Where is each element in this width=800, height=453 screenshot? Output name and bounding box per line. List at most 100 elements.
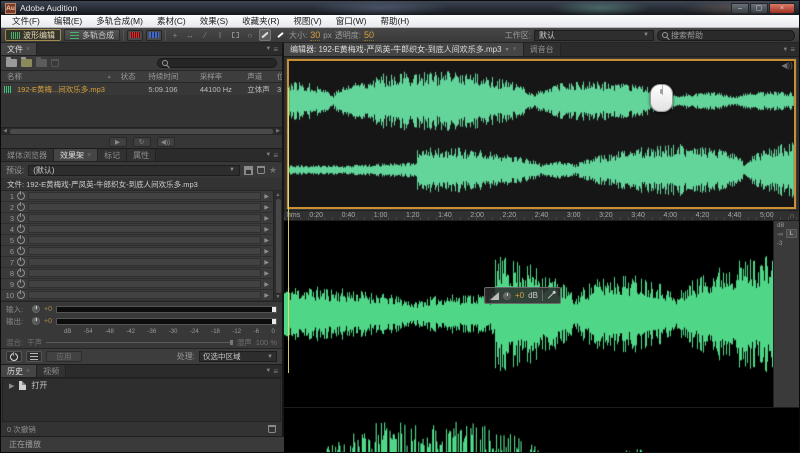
slot-arrow-icon[interactable]: ▶: [264, 270, 270, 277]
preview-loop-button[interactable]: ↻: [133, 137, 151, 147]
workspace-dropdown[interactable]: 默认▼: [534, 30, 654, 41]
rack-power-button[interactable]: [6, 351, 22, 362]
tab-markers[interactable]: 标记: [98, 149, 127, 161]
waveform-area[interactable]: dB-∞-3 L dB-∞-3 R +0: [284, 221, 799, 453]
scroll-down-icon[interactable]: ▼: [276, 294, 281, 300]
extract-audio-icon[interactable]: [36, 59, 47, 67]
slot-arrow-icon[interactable]: ▶: [264, 204, 270, 211]
effect-slot[interactable]: [28, 247, 261, 255]
effects-slot-row[interactable]: 5▶: [1, 235, 273, 246]
paintbrush-selection-tool[interactable]: [259, 29, 271, 41]
slot-arrow-icon[interactable]: ▶: [264, 237, 270, 244]
menu-item-0[interactable]: 文件(F): [5, 15, 47, 27]
power-icon[interactable]: [17, 291, 25, 299]
fade-icon[interactable]: [490, 292, 499, 300]
title-bar[interactable]: Au Adobe Audition – ▢ ×: [1, 1, 799, 15]
wet-value[interactable]: 100 %: [256, 338, 277, 347]
tab-video[interactable]: 视频: [37, 365, 66, 377]
preview-play-button[interactable]: ▶: [109, 137, 127, 147]
menu-item-6[interactable]: 视图(V): [286, 15, 328, 27]
effect-slot[interactable]: [28, 280, 261, 288]
effect-slot[interactable]: [28, 192, 261, 200]
hud-gain-knob[interactable]: [503, 292, 511, 300]
power-icon[interactable]: [17, 269, 25, 277]
rack-list-button[interactable]: [26, 351, 42, 362]
playhead[interactable]: [288, 88, 289, 373]
move-tool[interactable]: +: [169, 29, 181, 41]
effect-slot[interactable]: [28, 236, 261, 244]
chevron-down-icon[interactable]: ▼: [505, 47, 510, 53]
scroll-thumb[interactable]: [276, 199, 281, 293]
waveform-display-button[interactable]: [127, 30, 143, 41]
menu-item-3[interactable]: 素材(C): [150, 15, 193, 27]
open-file-icon[interactable]: [6, 59, 17, 67]
menu-item-1[interactable]: 编辑(E): [47, 15, 89, 27]
preset-dropdown[interactable]: (默认)▼: [28, 165, 240, 176]
overview-monitor-icon[interactable]: ◀)): [778, 61, 796, 70]
slot-arrow-icon[interactable]: ▶: [264, 281, 270, 288]
hud-gain-value[interactable]: +0: [515, 291, 524, 300]
file-row[interactable]: 192-E黄梅...间欢乐多.mp3 5:09.106 44100 Hz 立体声…: [1, 83, 282, 95]
effects-slot-row[interactable]: 10▶: [1, 290, 273, 301]
import-file-icon[interactable]: [21, 59, 32, 67]
close-icon[interactable]: ×: [87, 152, 91, 159]
scroll-thumb[interactable]: [10, 129, 273, 134]
overview-strip[interactable]: ◀)): [286, 58, 797, 210]
marquee-selection-tool[interactable]: [229, 29, 241, 41]
effects-slot-row[interactable]: 9▶: [1, 279, 273, 290]
tab-effects-rack[interactable]: 效果架×: [54, 149, 98, 161]
slot-arrow-icon[interactable]: ▶: [264, 259, 270, 266]
panel-menu-icon[interactable]: ▼ ≡: [261, 365, 282, 377]
close-icon[interactable]: ×: [513, 46, 517, 53]
preview-autoplay-button[interactable]: ◀)): [157, 137, 175, 147]
amplitude-ruler-left[interactable]: dB-∞-3 L: [773, 221, 799, 407]
effect-slot[interactable]: [28, 291, 261, 299]
column-status[interactable]: 状态: [118, 71, 146, 82]
menu-item-5[interactable]: 收藏夹(R): [235, 15, 286, 27]
slot-arrow-icon[interactable]: ▶: [264, 248, 270, 255]
input-gain-value[interactable]: +0: [44, 306, 52, 313]
slot-arrow-icon[interactable]: ▶: [264, 292, 270, 299]
scroll-up-icon[interactable]: ▲: [276, 192, 281, 198]
column-name[interactable]: 名称▲: [1, 71, 118, 82]
files-search-input[interactable]: [157, 58, 277, 68]
power-icon[interactable]: [17, 236, 25, 244]
brush-opacity-value[interactable]: 50: [364, 30, 374, 41]
tab-editor-file[interactable]: 编辑器: 192-E黄梅戏-严凤英-牛郎织女-到底人间欢乐多.mp3 ▼ ×: [284, 43, 524, 56]
close-icon[interactable]: ×: [26, 46, 30, 53]
effects-slot-row[interactable]: 7▶: [1, 257, 273, 268]
tab-files[interactable]: 文件×: [1, 43, 37, 55]
effect-slot[interactable]: [28, 258, 261, 266]
effect-slot[interactable]: [28, 225, 261, 233]
output-gain-knob[interactable]: [32, 317, 40, 325]
power-icon[interactable]: [17, 225, 25, 233]
mix-slider[interactable]: [46, 342, 233, 343]
close-icon[interactable]: ×: [26, 368, 30, 375]
menu-item-4[interactable]: 效果(S): [193, 15, 235, 27]
slot-arrow-icon[interactable]: ▶: [264, 193, 270, 200]
tab-media-browser[interactable]: 媒体浏览器: [1, 149, 54, 161]
effects-slot-row[interactable]: 2▶: [1, 202, 273, 213]
menu-item-7[interactable]: 窗口(W): [329, 15, 374, 27]
close-button[interactable]: ×: [769, 3, 795, 14]
effects-slot-row[interactable]: 6▶: [1, 246, 273, 257]
brush-size-value[interactable]: 30: [310, 30, 320, 41]
power-icon[interactable]: [17, 214, 25, 222]
panel-menu-icon[interactable]: ▼ ≡: [778, 43, 799, 56]
tab-properties[interactable]: 属性: [127, 149, 156, 161]
waveform-right-channel[interactable]: dB-∞-3 R: [284, 408, 799, 453]
apply-button[interactable]: 应用: [46, 351, 82, 362]
waveform-left-channel[interactable]: dB-∞-3 L: [284, 221, 799, 408]
effect-slot[interactable]: [28, 203, 261, 211]
multitrack-button[interactable]: 多轨合成: [64, 29, 120, 41]
panel-menu-icon[interactable]: ▼ ≡: [261, 149, 282, 161]
power-icon[interactable]: [17, 203, 25, 211]
column-duration[interactable]: 持续时间: [145, 71, 196, 82]
column-bits[interactable]: 位: [274, 71, 282, 82]
save-preset-icon[interactable]: [244, 166, 253, 175]
slip-tool[interactable]: ↔: [184, 29, 196, 41]
tab-mixer[interactable]: 调音台: [524, 43, 561, 56]
effect-slot[interactable]: [28, 269, 261, 277]
razor-tool[interactable]: ∕: [199, 29, 211, 41]
process-dropdown[interactable]: 仅选中区域▼: [199, 351, 277, 362]
